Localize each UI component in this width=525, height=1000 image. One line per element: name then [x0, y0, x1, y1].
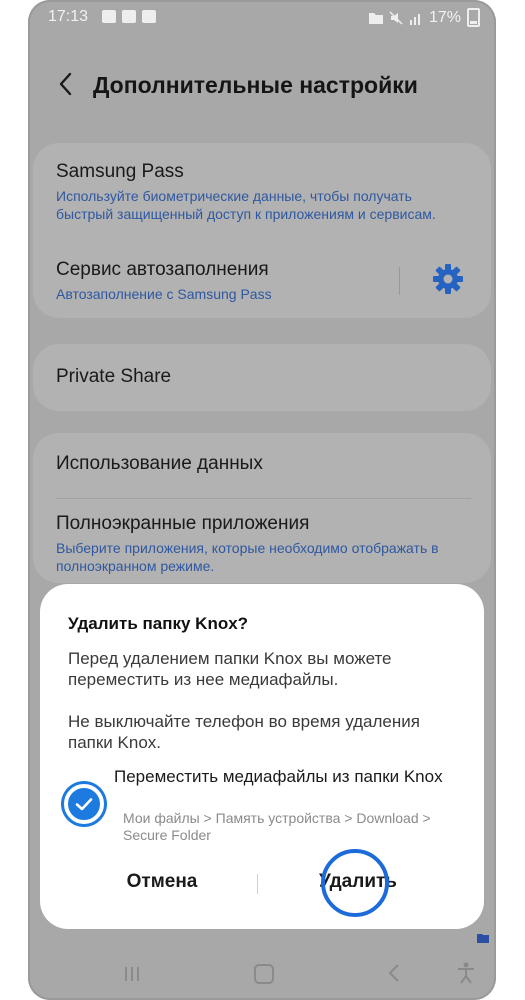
settings-item-fullscreen[interactable]: Полноэкранные приложения Выберите прилож… — [56, 513, 471, 575]
samsung-pass-desc: Используйте биометрические данные, чтобы… — [56, 188, 436, 222]
fullscreen-title: Полноэкранные приложения — [56, 513, 310, 534]
autofill-title: Сервис автозаполнения — [56, 259, 269, 280]
phone-screen: 17:13 17% Дополнительные настройки Samsu… — [28, 0, 496, 1000]
data-usage-title: Использование данных — [56, 453, 263, 474]
folder-icon — [368, 12, 383, 24]
autofill-divider — [399, 267, 400, 295]
tap-highlight-ring — [321, 849, 389, 917]
dialog-title: Удалить папку Knox? — [68, 614, 249, 633]
dialog-message: Перед удалением папки Knox вы можете пер… — [68, 649, 392, 689]
fullscreen-desc: Выберите приложения, которые необходимо … — [56, 540, 439, 574]
card-pass-autofill: Samsung Pass Используйте биометрические … — [33, 143, 491, 318]
status-right: 17% — [368, 8, 480, 27]
card-divider — [56, 498, 471, 499]
move-media-path: Мои файлы > Память устройства > Download… — [123, 810, 431, 843]
gallery-notification-icon — [102, 10, 116, 23]
delete-knox-dialog: Удалить папку Knox? Перед удалением папк… — [40, 584, 484, 929]
battery-percent: 17% — [428, 8, 461, 26]
settings-item-private-share[interactable]: Private Share — [56, 366, 471, 388]
dialog-warning: Не выключайте телефон во время удаления … — [68, 712, 420, 752]
status-time: 17:13 — [48, 8, 89, 25]
samsung-pass-title: Samsung Pass — [56, 161, 184, 182]
status-bar: 17:13 17% — [28, 0, 496, 34]
recent-apps-icon[interactable] — [124, 966, 140, 982]
image-notification-icon — [122, 10, 136, 23]
card-data-fullscreen: Использование данных Полноэкранные прило… — [33, 433, 491, 583]
nav-back-icon[interactable] — [388, 963, 400, 983]
move-media-checkbox[interactable] — [64, 784, 104, 824]
gear-icon[interactable] — [431, 262, 465, 296]
battery-icon — [467, 8, 480, 27]
accessibility-icon[interactable] — [456, 962, 476, 984]
autofill-desc: Автозаполнение с Samsung Pass — [56, 286, 272, 302]
mute-icon — [389, 10, 403, 25]
move-media-label[interactable]: Переместить медиафайлы из папки Knox — [114, 767, 444, 787]
settings-item-samsung-pass[interactable]: Samsung Pass Используйте биометрические … — [56, 161, 471, 223]
cancel-button[interactable]: Отмена — [62, 871, 262, 899]
private-share-title: Private Share — [56, 366, 172, 387]
settings-item-autofill[interactable]: Сервис автозаполнения Автозаполнение с S… — [56, 259, 381, 303]
back-arrow-icon[interactable] — [56, 72, 76, 96]
checkmark-icon — [75, 798, 93, 811]
check-notification-icon — [142, 10, 156, 23]
settings-item-data-usage[interactable]: Использование данных — [56, 453, 471, 475]
card-private-share: Private Share — [33, 344, 491, 411]
header: Дополнительные настройки — [28, 60, 496, 110]
page-title: Дополнительные настройки — [93, 72, 418, 98]
home-button-icon[interactable] — [254, 964, 274, 984]
signal-icon — [409, 13, 420, 25]
